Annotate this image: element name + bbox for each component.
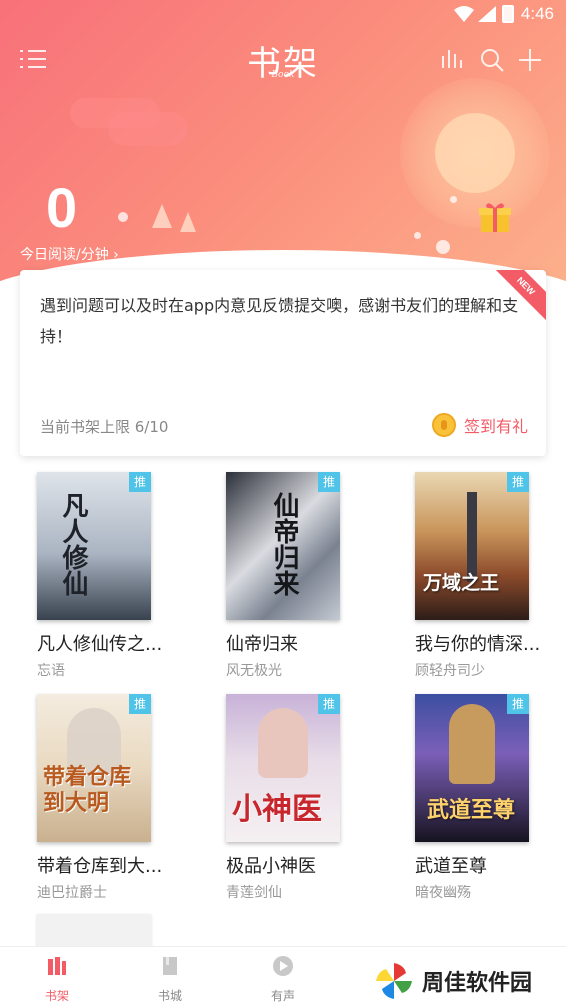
book-title: 凡人修仙传之... [37,634,163,655]
nav-item-bookshelf[interactable]: 书架 [17,955,97,1004]
notice-text: 遇到问题可以及时在app内意见反馈提交噢，感谢书友们的理解和支持！ [40,296,519,346]
screen: 4:46 书架 Book 0 今日阅读/分钟 › 遇到问题可以及时在app内意见… [0,0,566,1006]
book-cover[interactable]: 万域之王 推 [415,472,529,620]
battery-icon [502,5,514,23]
watermark-text: 周佳软件园 [422,971,533,996]
book-item[interactable]: 带着仓库到大明 推 带着仓库到大... 迪巴拉爵士 [37,694,177,902]
nav-item-audio[interactable]: 有声 [243,955,323,1004]
dot-decoration [118,212,128,222]
book-title: 仙帝归来 [226,634,298,655]
book-item[interactable]: 武道至尊 推 武道至尊 暗夜幽殇 [415,694,555,902]
nav-item-bookstore[interactable]: 书城 [130,955,210,1004]
bookstore-icon [163,957,177,975]
play-icon [273,956,293,976]
status-bar: 4:46 [0,0,566,30]
recommend-badge: 推 [318,472,340,492]
cover-art-text: 仙帝归来 [269,492,299,596]
nav-label: 书架 [44,989,69,1003]
coin-icon [431,413,456,437]
dot-decoration [414,232,421,239]
book-cover[interactable]: 仙帝归来 推 [226,472,340,620]
dot-decoration [450,196,457,203]
book-cover[interactable]: 小神医 推 [226,694,340,842]
status-time: 4:46 [520,4,554,23]
book-item[interactable]: 小神医 推 极品小神医 青莲剑仙 [226,694,366,902]
recommend-badge: 推 [507,472,529,492]
ranking-icon[interactable] [440,48,464,70]
book-author: 顾轻舟司少 [415,663,485,679]
book-author: 青莲剑仙 [226,885,282,901]
watermark-logo-icon [376,963,412,999]
shelf-limit: 当前书架上限 6/10 [40,418,169,436]
recommend-badge: 推 [507,694,529,714]
dot-decoration [436,240,450,254]
checkin-button[interactable]: 签到有礼 [431,410,528,440]
reading-label-link[interactable]: 今日阅读/分钟 › [20,244,119,264]
book-author: 暗夜幽殇 [415,885,471,901]
book-author: 忘语 [37,663,65,679]
nav-label: 有声 [270,989,295,1003]
character-art [258,708,308,778]
book-title: 我与你的情深... [415,634,541,655]
nav-label: 书城 [157,989,182,1003]
sun-core-decoration [435,113,515,193]
add-book-slot[interactable] [37,914,151,948]
cover-art-text: 带着仓库到大明 [43,764,132,816]
book-author: 迪巴拉爵士 [37,885,107,901]
signal-icon [478,6,496,22]
reading-minutes: 0 [46,176,78,239]
character-art [449,704,495,784]
bookshelf-icon [48,957,66,975]
recommend-badge: 推 [318,694,340,714]
book-author: 风无极光 [226,663,282,679]
watermark: 周佳软件园 [374,958,564,1004]
cloud-decoration [108,112,188,146]
tree-decoration [152,204,172,228]
book-title: 带着仓库到大... [37,856,163,877]
cover-art-text: 小神医 [232,792,322,827]
book-title: 极品小神医 [226,856,316,877]
book-title: 武道至尊 [415,856,487,877]
recommend-badge: 推 [129,472,151,492]
cover-art-text: 万域之王 [423,572,500,594]
book-item[interactable]: 凡人修仙 推 凡人修仙传之... 忘语 [37,472,177,680]
add-icon[interactable] [518,48,542,72]
wifi-icon [454,6,474,22]
tree-decoration [180,212,196,232]
book-item[interactable]: 仙帝归来 推 仙帝归来 风无极光 [226,472,366,680]
cover-art-text: 武道至尊 [427,797,516,823]
notice-card: 遇到问题可以及时在app内意见反馈提交噢，感谢书友们的理解和支持！ NEW 当前… [20,270,546,456]
book-cover[interactable]: 凡人修仙 推 [37,472,151,620]
cover-art-text: 凡人修仙 [58,492,88,596]
book-cover[interactable]: 带着仓库到大明 推 [37,694,151,842]
checkin-label: 签到有礼 [463,417,528,436]
book-cover[interactable]: 武道至尊 推 [415,694,529,842]
gift-icon[interactable] [478,200,512,234]
book-item[interactable]: 万域之王 推 我与你的情深... 顾轻舟司少 [415,472,555,680]
search-icon[interactable] [480,48,504,72]
recommend-badge: 推 [129,694,151,714]
